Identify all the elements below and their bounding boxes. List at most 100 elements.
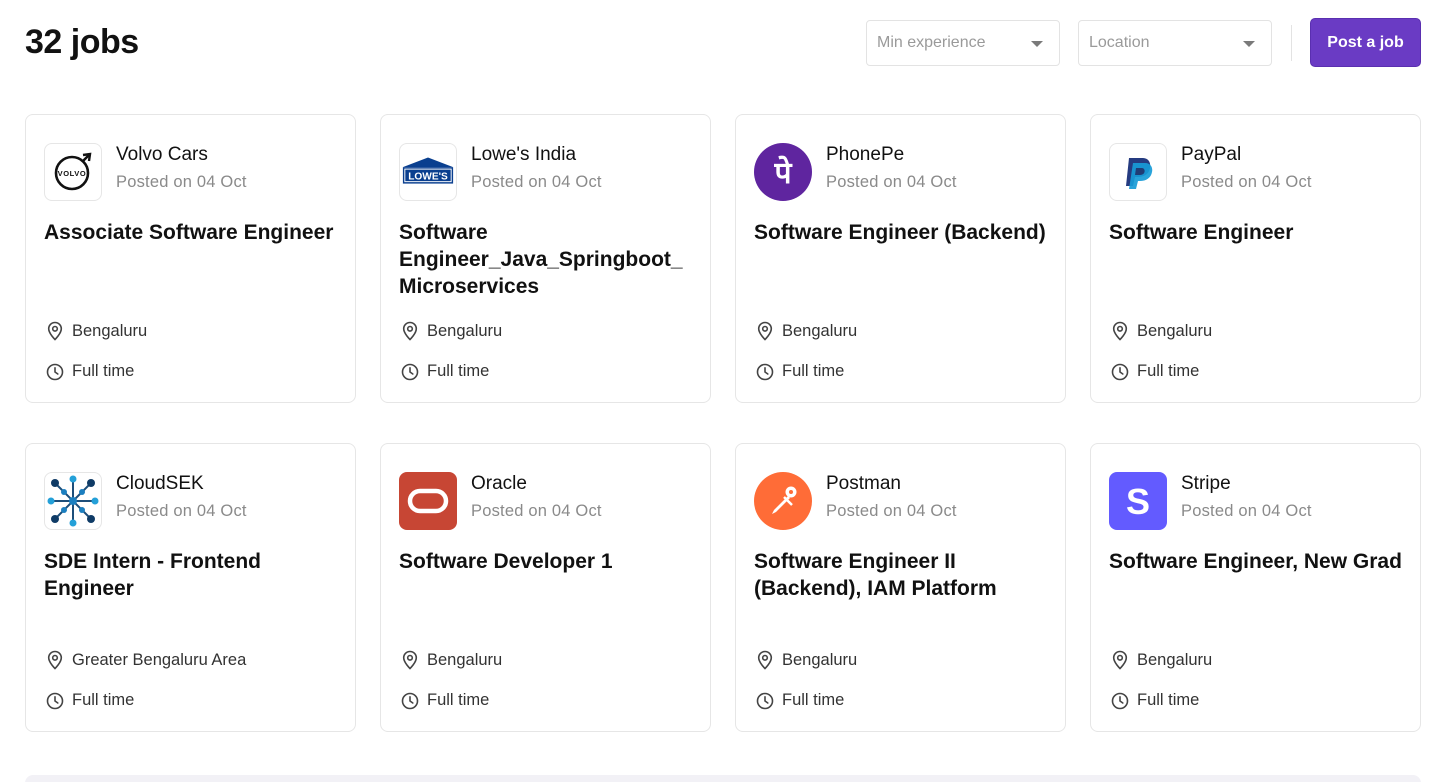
job-type: Full time [756, 362, 844, 381]
chevron-down-icon [1243, 40, 1255, 47]
posted-date: Posted on 04 Oct [1181, 173, 1312, 191]
job-location-text: Bengaluru [72, 321, 148, 340]
chevron-down-icon [1031, 40, 1043, 47]
job-type: Full time [46, 362, 134, 381]
job-location: Greater Bengaluru Area [46, 650, 246, 670]
cloudsek-logo-icon [44, 472, 102, 530]
volvo-logo-icon: VOLVO [44, 143, 102, 201]
job-type: Full time [1111, 691, 1199, 710]
job-type-text: Full time [782, 362, 845, 380]
job-location-text: Bengaluru [427, 650, 503, 669]
job-title[interactable]: Software Engineer_Java_Springboot_ Micro… [399, 219, 696, 300]
company-name: PhonePe [826, 144, 905, 165]
job-type-text: Full time [427, 362, 490, 380]
post-job-button[interactable]: Post a job [1310, 18, 1421, 67]
clock-icon [756, 363, 774, 380]
posted-date: Posted on 04 Oct [471, 502, 602, 520]
job-title[interactable]: Software Engineer [1109, 219, 1406, 246]
job-card[interactable]: VOLVO Volvo Cars Posted on 04 Oct Associ… [25, 114, 356, 403]
location-pin-icon [402, 321, 418, 341]
job-location: Bengaluru [46, 321, 147, 341]
job-type-text: Full time [72, 691, 135, 709]
clock-icon [1111, 363, 1129, 380]
posted-date: Posted on 04 Oct [826, 173, 957, 191]
location-pin-icon [757, 650, 773, 670]
job-location-text: Bengaluru [1137, 321, 1213, 340]
job-type: Full time [401, 691, 489, 710]
company-name: CloudSEK [116, 473, 204, 494]
job-location-text: Greater Bengaluru Area [72, 650, 247, 669]
job-title[interactable]: SDE Intern - Frontend Engineer [44, 548, 341, 602]
job-type: Full time [46, 691, 134, 710]
lowes-logo-icon: LOWE'S [399, 143, 457, 201]
job-title[interactable]: Software Engineer (Backend) [754, 219, 1051, 246]
job-title[interactable]: Software Engineer, New Grad [1109, 548, 1406, 575]
job-location: Bengaluru [1111, 650, 1212, 670]
job-type: Full time [401, 362, 489, 381]
job-location-text: Bengaluru [1137, 650, 1213, 669]
clock-icon [401, 363, 419, 380]
svg-text:VOLVO: VOLVO [58, 169, 87, 178]
company-name: Lowe's India [471, 144, 577, 165]
job-location: Bengaluru [401, 650, 502, 670]
job-type-text: Full time [427, 691, 490, 709]
postman-logo-icon [754, 472, 812, 530]
job-card[interactable]: S Stripe Posted on 04 Oct Software Engin… [1090, 443, 1421, 732]
phonepe-logo-text: पे [773, 155, 792, 191]
posted-date: Posted on 04 Oct [116, 173, 247, 191]
paypal-logo-icon [1109, 143, 1167, 201]
header-controls: Min experience Location Post a job [866, 18, 1421, 67]
phonepe-logo-icon: पे [754, 143, 812, 201]
stripe-logo-text: S [1126, 481, 1150, 522]
job-title[interactable]: Software Developer 1 [399, 548, 696, 575]
company-name: Oracle [471, 473, 527, 494]
company-name: Stripe [1181, 473, 1231, 494]
job-location: Bengaluru [401, 321, 502, 341]
next-section-edge [25, 775, 1421, 782]
company-name: Volvo Cars [116, 144, 208, 165]
location-pin-icon [757, 321, 773, 341]
stripe-logo-icon: S [1109, 472, 1167, 530]
header-divider [1291, 24, 1292, 61]
job-location: Bengaluru [1111, 321, 1212, 341]
job-card[interactable]: LOWE'S Lowe's India Posted on 04 Oct Sof… [380, 114, 711, 403]
job-type-text: Full time [72, 362, 135, 380]
min-experience-select[interactable]: Min experience [866, 19, 1060, 66]
clock-icon [46, 692, 64, 709]
job-type: Full time [756, 691, 844, 710]
clock-icon [401, 692, 419, 709]
posted-date: Posted on 04 Oct [826, 502, 957, 520]
clock-icon [1111, 692, 1129, 709]
location-pin-icon [47, 650, 63, 670]
company-name: Postman [826, 473, 901, 494]
location-pin-icon [1112, 321, 1128, 341]
posted-date: Posted on 04 Oct [471, 173, 602, 191]
job-type-text: Full time [1137, 362, 1200, 380]
jobs-header: 32 jobs Min experience Location Post a j… [25, 18, 1421, 67]
job-card[interactable]: Oracle Posted on 04 Oct Software Develop… [380, 443, 711, 732]
job-title[interactable]: Software Engineer II (Backend), IAM Plat… [754, 548, 1051, 602]
job-card[interactable]: CloudSEK Posted on 04 Oct SDE Intern - F… [25, 443, 356, 732]
job-type-text: Full time [782, 691, 845, 709]
posted-date: Posted on 04 Oct [116, 502, 247, 520]
job-title[interactable]: Associate Software Engineer [44, 219, 341, 246]
job-type: Full time [1111, 362, 1199, 381]
job-location-text: Bengaluru [782, 650, 858, 669]
job-card[interactable]: PayPal Posted on 04 Oct Software Enginee… [1090, 114, 1421, 403]
location-placeholder: Location [1089, 33, 1150, 51]
company-name: PayPal [1181, 144, 1242, 165]
location-select[interactable]: Location [1078, 19, 1272, 66]
jobs-page: 32 jobs Min experience Location Post a j… [0, 0, 1456, 782]
lowes-logo-text: LOWE'S [408, 172, 448, 183]
location-pin-icon [402, 650, 418, 670]
job-card[interactable]: पे PhonePe Posted on 04 Oct Software Eng… [735, 114, 1066, 403]
clock-icon [756, 692, 774, 709]
job-location: Bengaluru [756, 650, 857, 670]
job-card[interactable]: Postman Posted on 04 Oct Software Engine… [735, 443, 1066, 732]
job-type-text: Full time [1137, 691, 1200, 709]
min-experience-placeholder: Min experience [877, 33, 986, 51]
clock-icon [46, 363, 64, 380]
oracle-logo-icon [399, 472, 457, 530]
job-location-text: Bengaluru [782, 321, 858, 340]
job-card-grid: VOLVO Volvo Cars Posted on 04 Oct Associ… [25, 114, 1421, 732]
